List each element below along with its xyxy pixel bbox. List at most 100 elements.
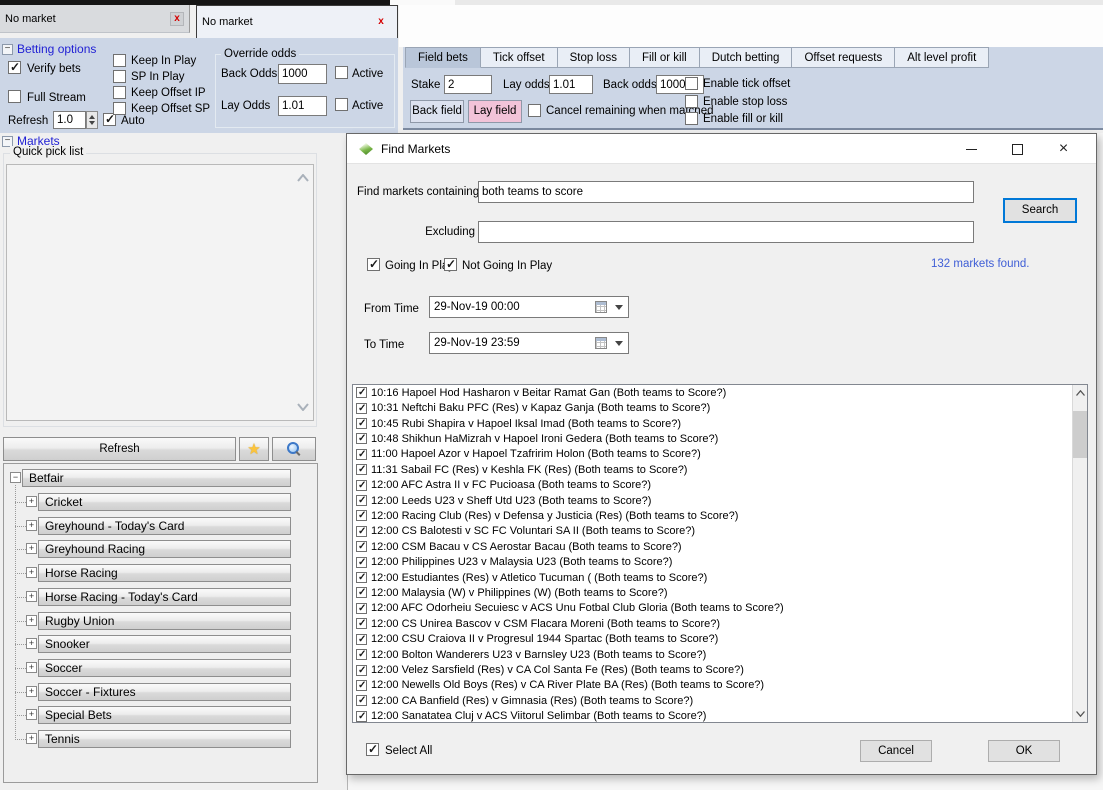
keep-offset-sp-checkbox[interactable] — [113, 102, 126, 115]
back-field-button[interactable]: Back field — [410, 100, 464, 123]
lay-odds-input[interactable] — [278, 96, 327, 116]
sp-in-play-checkbox[interactable] — [113, 70, 126, 83]
scroll-down-icon[interactable] — [297, 403, 309, 411]
tree-item-tennis[interactable]: Tennis — [38, 730, 291, 748]
market-checkbox[interactable] — [356, 649, 367, 660]
market-result-row[interactable]: 12:00 Malaysia (W) v Philippines (W) (Bo… — [353, 585, 1071, 600]
excluding-input[interactable] — [478, 221, 974, 243]
favourites-button[interactable]: ★ — [239, 437, 269, 461]
market-result-row[interactable]: 10:16 Hapoel Hod Hasharon v Beitar Ramat… — [353, 385, 1071, 400]
market-checkbox[interactable] — [356, 418, 367, 429]
market-checkbox[interactable] — [356, 618, 367, 629]
expander-plus-icon[interactable] — [26, 709, 37, 720]
market-checkbox[interactable] — [356, 587, 367, 598]
enable-fill-or-kill-checkbox[interactable] — [685, 112, 698, 125]
tab-offset-requests[interactable]: Offset requests — [792, 47, 895, 68]
cancel-button[interactable]: Cancel — [860, 740, 932, 762]
market-result-row[interactable]: 12:00 Estudiantes (Res) v Atletico Tucum… — [353, 570, 1071, 585]
tab-fill-or-kill[interactable]: Fill or kill — [630, 47, 700, 68]
market-checkbox[interactable] — [356, 572, 367, 583]
expander-plus-icon[interactable] — [26, 615, 37, 626]
expander-plus-icon[interactable] — [26, 567, 37, 578]
maximize-icon[interactable] — [995, 134, 1040, 164]
market-result-row[interactable]: 12:00 CSU Craiova II v Progresul 1944 Sp… — [353, 632, 1071, 647]
market-result-row[interactable]: 10:45 Rubi Shapira v Hapoel Iksal Imad (… — [353, 416, 1071, 431]
market-tab-1[interactable]: No market x — [0, 5, 190, 33]
tree-item-betfair[interactable]: Betfair — [22, 469, 291, 487]
market-result-row[interactable]: 12:00 CSM Bacau v CS Aerostar Bacau (Bot… — [353, 539, 1071, 554]
expander-plus-icon[interactable] — [26, 662, 37, 673]
market-result-row[interactable]: 12:00 Bolton Wanderers U23 v Barnsley U2… — [353, 647, 1071, 662]
market-result-row[interactable]: 10:31 Neftchi Baku PFC (Res) v Kapaz Gan… — [353, 400, 1071, 415]
market-result-row[interactable]: 12:00 AFC Astra II v FC Pucioasa (Both t… — [353, 477, 1071, 492]
from-time-picker[interactable]: 29-Nov-19 00:00 — [429, 296, 629, 318]
tab-stop-loss[interactable]: Stop loss — [558, 47, 630, 68]
refresh-markets-button[interactable]: Refresh — [3, 437, 236, 461]
close-icon[interactable] — [1041, 134, 1086, 164]
tree-item-soccer[interactable]: Soccer — [38, 659, 291, 677]
tree-item-rugby-union[interactable]: Rugby Union — [38, 612, 291, 630]
containing-input[interactable] — [478, 181, 974, 203]
ok-button[interactable]: OK — [988, 740, 1060, 762]
expander-plus-icon[interactable] — [26, 496, 37, 507]
full-stream-checkbox[interactable] — [8, 90, 21, 103]
scroll-up-icon[interactable] — [1076, 390, 1085, 396]
tree-item-special-bets[interactable]: Special Bets — [38, 706, 291, 724]
market-checkbox[interactable] — [356, 634, 367, 645]
tree-item-snooker[interactable]: Snooker — [38, 635, 291, 653]
market-result-row[interactable]: 12:00 CS Balotesti v SC FC Voluntari SA … — [353, 524, 1071, 539]
collapse-icon[interactable] — [2, 44, 13, 55]
market-checkbox[interactable] — [356, 464, 367, 475]
refresh-interval-input[interactable] — [53, 111, 86, 129]
find-markets-button[interactable] — [272, 437, 316, 461]
tree-item-horse-racing-today-s-card[interactable]: Horse Racing - Today's Card — [38, 588, 291, 606]
tab-field-bets[interactable]: Field bets — [405, 47, 481, 68]
minimize-icon[interactable] — [949, 134, 994, 164]
market-checkbox[interactable] — [356, 387, 367, 398]
market-result-row[interactable]: 12:00 CS Unirea Bascov v CSM Flacara Mor… — [353, 616, 1071, 631]
market-result-row[interactable]: 12:00 Newells Old Boys (Res) v CA River … — [353, 678, 1071, 693]
expander-plus-icon[interactable] — [26, 733, 37, 744]
verify-bets-checkbox[interactable] — [8, 61, 21, 74]
market-checkbox[interactable] — [356, 665, 367, 676]
market-checkbox[interactable] — [356, 480, 367, 491]
market-result-row[interactable]: 12:00 Leeds U23 v Sheff Utd U23 (Both te… — [353, 493, 1071, 508]
tab-dutch-betting[interactable]: Dutch betting — [700, 47, 793, 68]
refresh-spinner[interactable] — [86, 111, 98, 129]
tree-item-greyhound-today-s-card[interactable]: Greyhound - Today's Card — [38, 517, 291, 535]
stake-input[interactable] — [444, 75, 492, 94]
search-button[interactable]: Search — [1003, 198, 1077, 223]
scroll-up-icon[interactable] — [297, 174, 309, 182]
tree-item-cricket[interactable]: Cricket — [38, 493, 291, 511]
scrollbar-thumb[interactable] — [1073, 411, 1088, 458]
market-result-row[interactable]: 11:00 Hapoel Azor v Hapoel Tzafririm Hol… — [353, 447, 1071, 462]
enable-tick-offset-checkbox[interactable] — [685, 77, 698, 90]
expander-plus-icon[interactable] — [26, 686, 37, 697]
market-result-row[interactable]: 12:00 Philippines U23 v Malaysia U23 (Bo… — [353, 554, 1071, 569]
cancel-remaining-checkbox[interactable] — [528, 104, 541, 117]
lay-odds-active-checkbox[interactable] — [335, 98, 348, 111]
expander-plus-icon[interactable] — [26, 520, 37, 531]
to-time-picker[interactable]: 29-Nov-19 23:59 — [429, 332, 629, 354]
market-tab-2-active[interactable]: No market x — [196, 5, 398, 38]
market-result-row[interactable]: 12:00 Racing Club (Res) v Defensa y Just… — [353, 508, 1071, 523]
tab-alt-level-profit[interactable]: Alt level profit — [895, 47, 989, 68]
back-odds-active-checkbox[interactable] — [335, 66, 348, 79]
expander-plus-icon[interactable] — [26, 543, 37, 554]
market-result-row[interactable]: 12:00 Sanatatea Cluj v ACS Viitorul Seli… — [353, 709, 1071, 723]
chevron-down-icon[interactable] — [615, 305, 623, 310]
market-result-row[interactable]: 12:00 Velez Sarsfield (Res) v CA Col San… — [353, 662, 1071, 677]
tree-item-horse-racing[interactable]: Horse Racing — [38, 564, 291, 582]
lay-field-button[interactable]: Lay field — [468, 100, 522, 123]
tab-tick-offset[interactable]: Tick offset — [481, 47, 558, 68]
market-checkbox[interactable] — [356, 695, 367, 706]
quick-pick-list[interactable] — [6, 164, 314, 421]
market-checkbox[interactable] — [356, 557, 367, 568]
going-in-play-checkbox[interactable] — [367, 258, 380, 271]
market-checkbox[interactable] — [356, 495, 367, 506]
keep-in-play-checkbox[interactable] — [113, 54, 126, 67]
market-checkbox[interactable] — [356, 403, 367, 414]
expander-plus-icon[interactable] — [26, 591, 37, 602]
keep-offset-ip-checkbox[interactable] — [113, 86, 126, 99]
market-checkbox[interactable] — [356, 603, 367, 614]
